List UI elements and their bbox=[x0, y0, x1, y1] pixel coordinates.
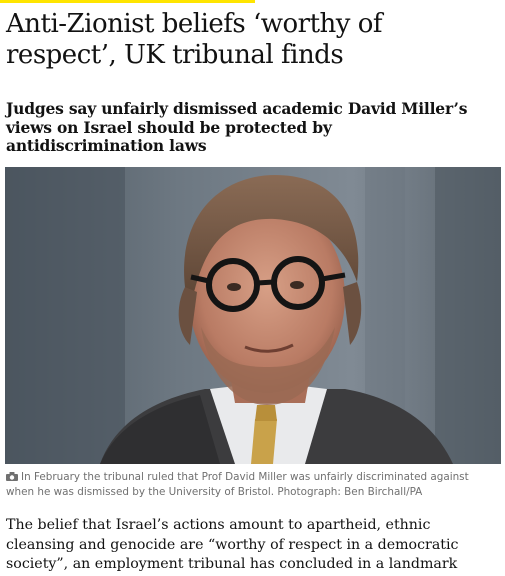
article-photo[interactable] bbox=[5, 167, 501, 464]
camera-icon bbox=[6, 472, 18, 481]
standfirst: Judges say unfairly dismissed academic D… bbox=[6, 99, 468, 155]
portrait-image bbox=[5, 167, 501, 464]
accent-rule bbox=[0, 0, 255, 3]
article-body-paragraph: The belief that Israel’s actions amount … bbox=[6, 517, 459, 576]
headline: Anti-Zionist beliefs ‘worthy of respect’… bbox=[6, 9, 383, 70]
photo-caption: In February the tribunal ruled that Prof… bbox=[6, 470, 498, 500]
caption-text: In February the tribunal ruled that Prof… bbox=[6, 471, 469, 498]
